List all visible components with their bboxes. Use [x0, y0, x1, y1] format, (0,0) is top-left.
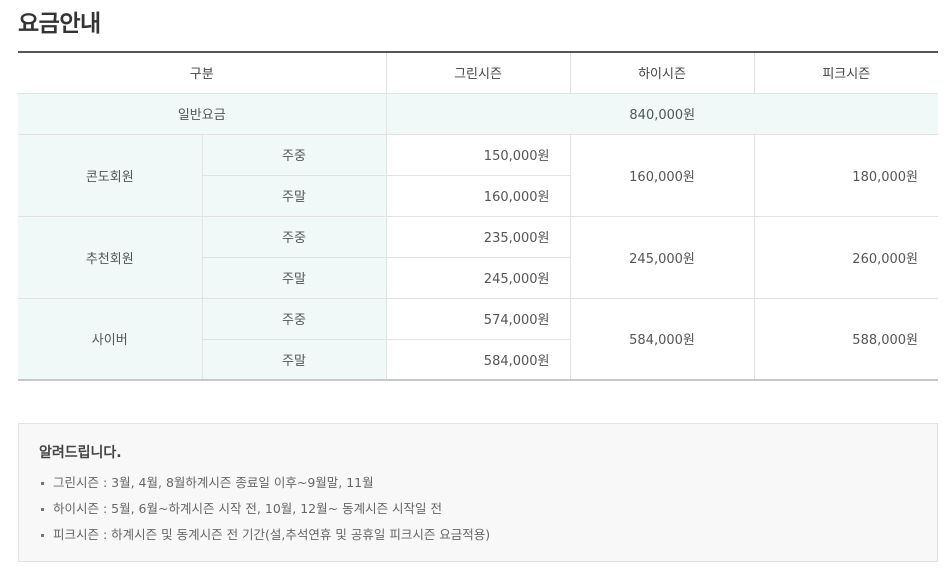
list-item: 그린시즌 : 3월, 4월, 8월하계시즌 종료일 이후~9월말, 11월: [39, 474, 490, 500]
green-weekend-price: 245,000원: [385, 256, 571, 299]
bullet-icon: [41, 482, 44, 485]
page-title: 요금안내: [18, 11, 101, 37]
notice-title: 알려드립니다.: [39, 445, 122, 461]
general-rate-row: 일반요금 840,000원: [18, 92, 939, 135]
high-season-price: 245,000원: [569, 215, 755, 299]
notice-list: 그린시즌 : 3월, 4월, 8월하계시즌 종료일 이후~9월말, 11월 하이…: [39, 474, 490, 552]
bullet-icon: [41, 534, 44, 537]
day-type-weekend: 주말: [202, 256, 387, 299]
notice-peak-season: 피크시즌 : 하계시즌 및 동계시즌 전 기간(설,추석연휴 및 공휴일 피크시…: [53, 527, 491, 542]
green-weekday-price: 235,000원: [385, 215, 571, 258]
header-green-season: 그린시즌: [385, 51, 571, 94]
member-type-recommended: 추천회원: [18, 215, 203, 299]
price-table: 구분 그린시즌 하이시즌 피크시즌 일반요금 840,000원 콘도회원 주중 …: [18, 51, 939, 381]
header-peak-season: 피크시즌: [753, 51, 939, 94]
table-row: 사이버 주중 574,000원 584,000원 588,000원: [18, 297, 939, 381]
green-weekday-price: 150,000원: [385, 133, 571, 176]
day-type-weekend: 주말: [202, 338, 387, 381]
table-row: 추천회원 주중 235,000원 245,000원 260,000원: [18, 215, 939, 299]
list-item: 하이시즌 : 5월, 6월~하계시즌 시작 전, 10월, 12월~ 동계시즌 …: [39, 500, 490, 526]
bullet-icon: [41, 508, 44, 511]
general-rate-label: 일반요금: [18, 92, 387, 135]
day-type-weekday: 주중: [201, 133, 387, 176]
table-header-row: 구분 그린시즌 하이시즌 피크시즌: [18, 51, 939, 94]
peak-season-price: 180,000원: [753, 133, 939, 217]
notice-high-season: 하이시즌 : 5월, 6월~하계시즌 시작 전, 10월, 12월~ 동계시즌 …: [53, 501, 443, 516]
green-weekend-price: 160,000원: [385, 174, 571, 217]
member-type-condo: 콘도회원: [18, 133, 203, 217]
high-season-price: 584,000원: [569, 297, 755, 381]
notice-box: 알려드립니다. 그린시즌 : 3월, 4월, 8월하계시즌 종료일 이후~9월말…: [18, 423, 938, 562]
green-weekday-price: 574,000원: [385, 297, 571, 340]
high-season-price: 160,000원: [569, 133, 755, 217]
header-high-season: 하이시즌: [569, 51, 755, 94]
day-type-weekday: 주중: [201, 215, 387, 258]
header-category: 구분: [18, 51, 387, 94]
day-type-weekday: 주중: [201, 297, 387, 340]
general-rate-price: 840,000원: [385, 92, 939, 135]
peak-season-price: 588,000원: [753, 297, 939, 381]
peak-season-price: 260,000원: [753, 215, 939, 299]
green-weekend-price: 584,000원: [385, 338, 571, 381]
day-type-weekend: 주말: [202, 174, 387, 217]
table-row: 콘도회원 주중 150,000원 160,000원 180,000원: [18, 133, 939, 217]
notice-green-season: 그린시즌 : 3월, 4월, 8월하계시즌 종료일 이후~9월말, 11월: [53, 475, 374, 490]
list-item: 피크시즌 : 하계시즌 및 동계시즌 전 기간(설,추석연휴 및 공휴일 피크시…: [39, 526, 490, 552]
member-type-cyber: 사이버: [18, 297, 203, 381]
